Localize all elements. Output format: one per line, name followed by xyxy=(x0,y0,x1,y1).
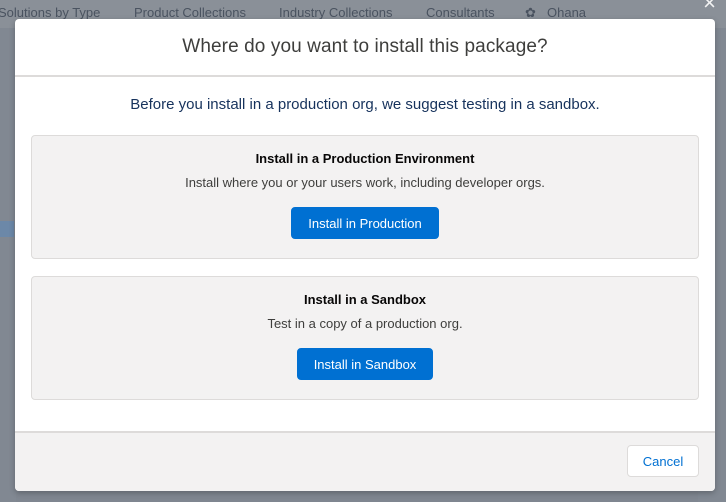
background-selected-row xyxy=(0,221,14,237)
sandbox-option-card: Install in a Sandbox Test in a copy of a… xyxy=(31,276,699,400)
sandbox-card-title: Install in a Sandbox xyxy=(303,292,427,307)
nav-item-consultants: Consultants xyxy=(426,5,495,20)
production-option-card: Install in a Production Environment Inst… xyxy=(31,135,699,259)
production-card-title: Install in a Production Environment xyxy=(255,151,475,166)
modal-title: Where do you want to install this packag… xyxy=(182,36,548,57)
modal-header: Where do you want to install this packag… xyxy=(15,19,715,77)
nav-item-ohana: Ohana xyxy=(547,5,587,20)
modal-intro-text: Before you install in a production org, … xyxy=(130,96,600,113)
nav-item-product-collections: Product Collections xyxy=(134,5,246,20)
install-in-sandbox-button[interactable]: Install in Sandbox xyxy=(296,348,434,380)
background-left-panel xyxy=(0,28,16,502)
cancel-button[interactable]: Cancel xyxy=(627,445,699,477)
install-package-modal: Where do you want to install this packag… xyxy=(15,19,715,491)
install-in-production-button[interactable]: Install in Production xyxy=(291,207,439,239)
nav-item-industry-collections: Industry Collections xyxy=(279,5,393,20)
production-card-description: Install where you or your users work, in… xyxy=(185,175,545,190)
close-icon[interactable]: × xyxy=(703,0,716,14)
modal-body: Before you install in a production org, … xyxy=(15,77,715,433)
nav-item-solutions: Solutions by Type xyxy=(0,5,101,20)
sandbox-card-description: Test in a copy of a production org. xyxy=(267,316,463,331)
modal-footer: Cancel xyxy=(15,431,715,491)
